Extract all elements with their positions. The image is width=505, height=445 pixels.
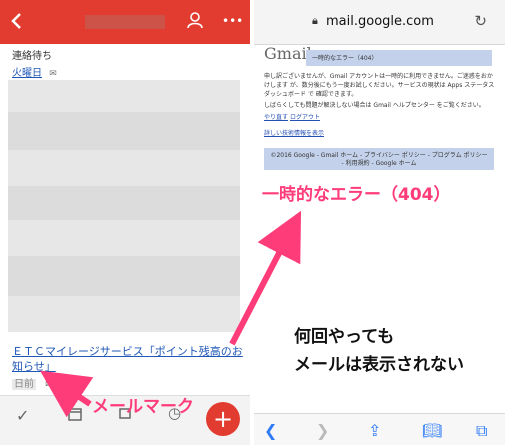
reload-icon[interactable]: ↻ (474, 12, 487, 30)
action-links: やり直す ログアウト (264, 113, 496, 122)
safari-address-bar: 🔒︎ mail.google.com ↻ (254, 0, 505, 45)
note-line-1: 何回やっても (294, 327, 395, 347)
tabs-icon[interactable]: ⧉ (476, 421, 487, 441)
mail-mark-icon: ✉ (45, 380, 53, 390)
mail-icon: ✉ (49, 69, 57, 79)
blurred-content-5 (8, 220, 240, 256)
retry-link[interactable]: やり直す (264, 114, 288, 121)
error-title: 一時的なエラー（404） (312, 55, 378, 62)
blurred-content-7 (8, 296, 240, 332)
bookmarks-icon[interactable]: 📖︎ (422, 421, 442, 440)
back-icon[interactable]: ❮ (264, 421, 277, 440)
footer-text: ©2016 Google - Gmail ホーム - プライバシー ポリシー -… (270, 152, 488, 167)
check-icon[interactable]: ✓ (16, 406, 29, 425)
safari-toolbar: ❮ ❯ ⇪ 📖︎ ⧉ (254, 413, 505, 445)
app-header: ••• (0, 0, 250, 44)
date-row-2: 日前 ✉ (12, 375, 53, 390)
email-subject-link[interactable]: ＥＴＣマイレージサービス「ポイント残高のお知らせ」 (12, 344, 244, 374)
detail-link-row: 詳しい技術情報を表示 (264, 129, 496, 138)
date-label-2: 日前 (12, 379, 36, 390)
note-line-2: メールは表示されない (294, 355, 464, 375)
safari-screen: 🔒︎ mail.google.com ↻ Gmail 一時的なエラー（404） … (254, 0, 505, 445)
more-dots-icon[interactable]: ••• (222, 14, 243, 28)
footer-box: ©2016 Google - Gmail ホーム - プライバシー ポリシー -… (264, 148, 494, 170)
blurred-content-6 (8, 256, 240, 296)
compose-fab-button[interactable]: + (206, 402, 240, 436)
blurred-content-1 (8, 80, 240, 112)
share-icon[interactable]: ⇪ (368, 421, 381, 440)
url-field[interactable]: mail.google.com (326, 14, 434, 29)
gmail-app-screen: ••• 連絡待ち 火曜日 ✉ ＥＴＣマイレージサービス「ポイント残高のお知らせ」… (0, 0, 250, 445)
gmail-logo: Gmail (264, 44, 312, 63)
date-row: 火曜日 ✉ (12, 64, 57, 79)
blurred-title (85, 15, 165, 29)
mail-mark-caption: メールマーク (92, 397, 194, 417)
blurred-content-4 (8, 186, 240, 220)
logout-link[interactable]: ログアウト (290, 114, 320, 121)
blurred-content-3 (8, 150, 240, 186)
detail-link[interactable]: 詳しい技術情報を表示 (264, 130, 324, 137)
back-arrow-icon[interactable] (10, 12, 22, 34)
lock-icon: 🔒︎ (312, 14, 318, 27)
blurred-content-2 (8, 112, 240, 150)
forward-icon[interactable]: ❯ (316, 421, 329, 440)
date-label[interactable]: 火曜日 (12, 68, 42, 79)
person-icon[interactable] (186, 11, 204, 33)
error-title-box: 一時的なエラー（404） (306, 50, 492, 66)
error-paragraph-2: しばらくしても問題が解決しない場合は Gmail ヘルプセンター をご覧ください… (264, 102, 485, 109)
thread-label: 連絡待ち (12, 51, 52, 62)
snooze-icon[interactable] (68, 406, 82, 425)
error-paragraph-1: 申し訳ございませんが、Gmail アカウントは一時的に利用できません。ご迷惑をお… (264, 73, 495, 98)
error-caption: 一時的なエラー（404） (262, 185, 451, 205)
